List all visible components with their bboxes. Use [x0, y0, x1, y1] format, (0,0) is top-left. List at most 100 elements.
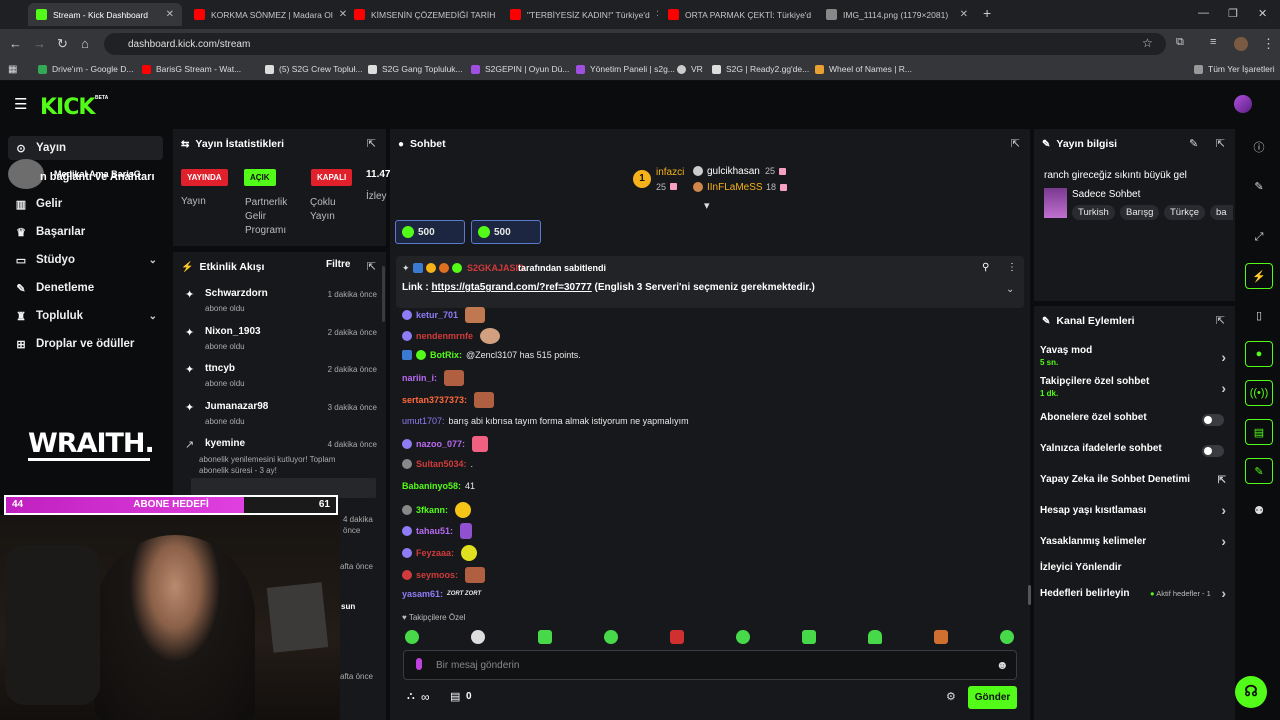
- nav-basarilar[interactable]: ♛ Başarılar: [8, 220, 163, 244]
- hamburger-menu-icon[interactable]: ☰: [14, 95, 27, 113]
- close-tab-icon[interactable]: ✕: [811, 9, 816, 20]
- tab-youtube-3[interactable]: "TERBİYESİZ KADIN!" Türkiye'd ✕: [502, 3, 658, 26]
- chat-username[interactable]: umut1707:: [402, 416, 445, 426]
- media-icon[interactable]: ≡: [1210, 36, 1216, 48]
- forward-icon[interactable]: →: [33, 36, 46, 51]
- chat-username[interactable]: sertan3737373:: [402, 395, 467, 405]
- apps-icon[interactable]: ▦: [8, 64, 17, 75]
- pinned-by-user[interactable]: S2GKAJASID: [467, 263, 525, 273]
- home-icon[interactable]: ⌂: [81, 36, 89, 51]
- leader-name[interactable]: infazci: [656, 167, 684, 178]
- chat-username[interactable]: BotRix:: [430, 350, 462, 360]
- chat-username[interactable]: nazoo_077:: [416, 439, 465, 449]
- extensions-icon[interactable]: ⧉: [1176, 36, 1184, 49]
- chat-username[interactable]: Sultan5034:: [416, 459, 467, 469]
- close-window-icon[interactable]: ✕: [1258, 7, 1267, 20]
- activity-user[interactable]: kyemine: [205, 438, 245, 449]
- edit-icon[interactable]: ✎: [1245, 173, 1273, 199]
- action-slow-mode[interactable]: Yavaş mod 5 sn. ›: [1040, 345, 1226, 367]
- kicks-chip[interactable]: 500: [395, 220, 465, 244]
- emote-picker-item[interactable]: [1000, 630, 1014, 644]
- nav-droplar[interactable]: ⊞ Droplar ve ödüller: [8, 332, 163, 356]
- bookmark-barisg[interactable]: BarisG Stream - Wat...: [142, 64, 241, 74]
- broadcast-icon[interactable]: ((•)): [1245, 380, 1273, 406]
- filter-button[interactable]: Filtre: [326, 259, 350, 270]
- emote-picker-item[interactable]: [736, 630, 750, 644]
- gift-box-icon[interactable]: ▤: [450, 690, 460, 703]
- chat-username[interactable]: ketur_701: [416, 310, 458, 320]
- reload-icon[interactable]: ↻: [57, 36, 68, 52]
- tab-youtube-4[interactable]: ORTA PARMAK ÇEKTİ: Türkiye'd ✕: [660, 3, 816, 26]
- popout-icon[interactable]: ⇱: [367, 260, 376, 273]
- bookmark-s2g-gang[interactable]: S2G Gang Topluluk...: [368, 64, 463, 74]
- chat-username[interactable]: yasam61:: [402, 589, 443, 599]
- emote-picker-item[interactable]: [604, 630, 618, 644]
- leader-name[interactable]: IInFLaMeSS: [707, 182, 763, 193]
- clipboard-icon[interactable]: ▯: [1245, 302, 1273, 328]
- send-button[interactable]: Gönder: [968, 686, 1017, 709]
- emote-picker-item[interactable]: [670, 630, 684, 644]
- all-bookmarks[interactable]: Tüm Yer İşaretleri: [1194, 64, 1275, 74]
- points-icon[interactable]: ⛬: [407, 690, 415, 703]
- popout-icon[interactable]: ⇱: [1216, 137, 1225, 150]
- activity-scrollbar[interactable]: [382, 266, 385, 322]
- leader-name[interactable]: gulcikhasan: [707, 166, 760, 177]
- chat-username[interactable]: nendenmrnfe: [416, 331, 473, 341]
- action-ai-moderation[interactable]: Yapay Zeka ile Sohbet Denetimi ⇱: [1040, 474, 1226, 486]
- chat-scrollbar[interactable]: [1028, 585, 1031, 605]
- chevron-down-icon[interactable]: ⌄: [1006, 284, 1014, 295]
- close-tab-icon[interactable]: ✕: [495, 9, 500, 20]
- emote-picker-item[interactable]: [802, 630, 816, 644]
- nav-topluluk[interactable]: ♜ Topluluk ⌄: [8, 304, 163, 328]
- back-icon[interactable]: ←: [9, 36, 22, 51]
- activity-user[interactable]: ttncyb: [205, 363, 235, 374]
- kick-logo[interactable]: KICK: [40, 95, 95, 120]
- chat-username[interactable]: seymoos:: [416, 570, 458, 580]
- layout-icon[interactable]: ▤: [1245, 419, 1273, 445]
- chat-input[interactable]: Bir mesaj gönderin ☻: [403, 650, 1017, 680]
- chat-username[interactable]: nariin_i:: [402, 373, 437, 383]
- expand-icon[interactable]: ⤢: [1245, 224, 1273, 250]
- edit-icon[interactable]: ✎: [1189, 137, 1198, 150]
- activity-user[interactable]: Nixon_1903: [205, 326, 261, 337]
- action-account-age[interactable]: Hesap yaşı kısıtlaması ›: [1040, 502, 1226, 518]
- chat-settings-icon[interactable]: ⚙: [946, 690, 956, 703]
- emote-picker-item[interactable]: [934, 630, 948, 644]
- close-tab-icon[interactable]: ✕: [650, 9, 658, 20]
- close-tab-icon[interactable]: ✕: [160, 9, 174, 20]
- emotes-only-toggle[interactable]: [1202, 445, 1224, 457]
- support-headset-icon[interactable]: ☊: [1235, 676, 1267, 708]
- action-followers-only[interactable]: Takipçilere özel sohbet 1 dk. ›: [1040, 376, 1226, 398]
- nav-studyo[interactable]: ▭ Stüdyo ⌄: [8, 248, 163, 272]
- action-banned-words[interactable]: Yasaklanmış kelimeler ›: [1040, 533, 1226, 549]
- bookmark-yonetim[interactable]: Yönetim Paneli | s2g...: [576, 64, 675, 74]
- chat-bubble-icon[interactable]: ●: [1245, 341, 1273, 367]
- close-tab-icon[interactable]: ✕: [333, 9, 346, 20]
- emote-picker-item[interactable]: [405, 630, 419, 644]
- activity-user[interactable]: Schwarzdorn: [205, 288, 268, 299]
- tab-image[interactable]: IMG_1114.png (1179×2081) ✕: [818, 3, 976, 26]
- url-input[interactable]: dashboard.kick.com/stream: [104, 33, 1166, 55]
- tab-kick-dashboard[interactable]: Stream - Kick Dashboard ✕: [28, 3, 182, 26]
- popout-icon[interactable]: ⇱: [1011, 137, 1020, 150]
- activity-user[interactable]: Jumanazar98: [205, 401, 268, 412]
- wrench-icon[interactable]: ✎: [1245, 458, 1273, 484]
- tab-youtube-2[interactable]: KİMSENİN ÇÖZEMEDİĞİ TARİH ✕: [346, 3, 500, 26]
- menu-icon[interactable]: ⋮: [1262, 36, 1275, 52]
- bookmark-vr[interactable]: VR: [677, 64, 703, 74]
- popout-icon[interactable]: ⇱: [367, 137, 376, 150]
- people-icon[interactable]: ⚉: [1245, 497, 1273, 523]
- emote-picker-item[interactable]: [538, 630, 552, 644]
- nav-denetleme[interactable]: ✎ Denetleme: [8, 276, 163, 300]
- action-set-goals[interactable]: Hedefleri belirleyin ● Aktif hedefler - …: [1040, 585, 1226, 601]
- chat-username[interactable]: 3fkann:: [416, 505, 448, 515]
- pinned-link[interactable]: https://gta5grand.com/?ref=30777: [431, 282, 591, 293]
- tab-youtube-1[interactable]: KORKMA SÖNMEZ | Madara Ol ✕: [186, 3, 346, 26]
- close-tab-icon[interactable]: ✕: [954, 9, 968, 20]
- emote-picker-item[interactable]: [471, 630, 485, 644]
- expand-leaderboard-icon[interactable]: ▾: [704, 199, 710, 212]
- subscribers-only-toggle[interactable]: [1202, 414, 1224, 426]
- emote-picker-item[interactable]: [868, 630, 882, 644]
- minimize-icon[interactable]: —: [1198, 7, 1209, 19]
- nav-gelir[interactable]: ▥ Gelir: [8, 192, 163, 216]
